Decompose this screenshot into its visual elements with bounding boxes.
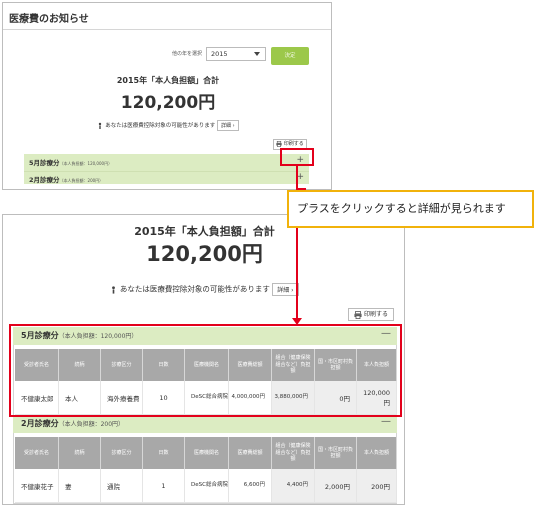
table-cell: 不健康花子 bbox=[15, 469, 59, 503]
deduction-note-text: あなたは医療費控除対象の可能性があります bbox=[105, 123, 216, 129]
apply-button[interactable]: 決定 bbox=[271, 47, 309, 65]
callout-box: プラスをクリックすると詳細が見られます bbox=[287, 190, 534, 228]
table-cell: 妻 bbox=[59, 469, 101, 503]
table-cell: 200円 bbox=[357, 469, 397, 503]
bottom-screenshot: 2015年「本人負担額」合計 120,200円 あなたは医療費控除対象の可能性が… bbox=[2, 214, 405, 505]
table-cell: 通院 bbox=[101, 469, 143, 503]
table-cell: DeSC総合病院 bbox=[185, 469, 229, 503]
table-cell: 4,400円 bbox=[272, 469, 315, 503]
plus-highlight-box bbox=[280, 148, 314, 166]
chevron-right-icon: › bbox=[291, 287, 294, 294]
table-header-cell: 医療機関名 bbox=[185, 437, 229, 469]
title-divider bbox=[3, 29, 331, 30]
deduction-note-text: あなたは医療費控除対象の可能性があります bbox=[119, 284, 270, 294]
detail-button-label: 詳細 bbox=[277, 287, 290, 294]
month-row-label: 2月診療分 bbox=[29, 176, 60, 184]
month-row-sub: （本人負担額：200円） bbox=[59, 178, 104, 183]
month-row-sub: （本人負担額：120,000円） bbox=[59, 161, 113, 166]
month-row-title: 2月診療分（本人負担額：200円） bbox=[29, 174, 103, 184]
info-icon bbox=[112, 286, 116, 294]
total-amount: 120,200円 bbox=[120, 93, 216, 113]
printer-icon bbox=[354, 310, 362, 319]
printer-icon bbox=[276, 140, 282, 147]
month-section-feb: 2月診療分（本人負担額：200円） — 受診者氏名 続柄 診療区分 日数 医療機関名 医療費総… bbox=[13, 415, 397, 504]
arrow-down-icon bbox=[292, 318, 302, 325]
print-button[interactable]: 印刷する bbox=[348, 308, 394, 321]
detail-table: 受診者氏名 続柄 診療区分 日数 医療機関名 医療費総額 組合（健康保険組合など）負担額 国・… bbox=[13, 433, 397, 504]
section-subtitle: （本人負担額：200円） bbox=[58, 421, 125, 428]
table-cell: 1 bbox=[143, 469, 185, 503]
table-header-cell: 医療費総額 bbox=[229, 437, 272, 469]
table-header-cell: 組合（健康保険組合など）負担額 bbox=[272, 437, 315, 469]
month-row-may[interactable]: 5月診療分（本人負担額：120,000円） + bbox=[24, 154, 309, 171]
deduction-note: あなたは医療費控除対象の可能性があります 詳細 › bbox=[3, 283, 404, 296]
chevron-right-icon: › bbox=[232, 123, 235, 129]
section-title: 2月診療分（本人負担額：200円） bbox=[21, 418, 124, 429]
section-highlight-box bbox=[9, 324, 402, 417]
detail-button[interactable]: 詳細 › bbox=[272, 283, 299, 296]
minus-icon[interactable]: — bbox=[381, 416, 391, 427]
table-header-cell: 日数 bbox=[143, 437, 185, 469]
total-amount: 120,200円 bbox=[146, 242, 263, 266]
month-row-label: 5月診療分 bbox=[29, 159, 60, 167]
info-icon bbox=[99, 122, 102, 129]
detail-button[interactable]: 詳細 › bbox=[216, 120, 239, 131]
year-select-value: 2015 bbox=[211, 50, 228, 58]
print-button-label: 印刷する bbox=[363, 311, 388, 318]
section-title-label: 2月診療分 bbox=[21, 419, 59, 428]
print-button-label: 印刷する bbox=[283, 141, 304, 147]
table-header-cell: 本人負担額 bbox=[357, 437, 397, 469]
month-row-title: 5月診療分（本人負担額：120,000円） bbox=[29, 157, 112, 167]
detail-button-label: 詳細 bbox=[220, 123, 231, 129]
caret-down-icon[interactable] bbox=[254, 52, 260, 56]
total-title: 2015年「本人負担額」合計 bbox=[116, 76, 220, 85]
page-title: 医療費のお知らせ bbox=[9, 14, 89, 25]
deduction-note: あなたは医療費控除対象の可能性があります 詳細 › bbox=[3, 120, 331, 131]
table-header-cell: 診療区分 bbox=[101, 437, 143, 469]
table-cell: 6,600円 bbox=[229, 469, 272, 503]
table-header-cell: 受診者氏名 bbox=[15, 437, 59, 469]
month-row-feb[interactable]: 2月診療分（本人負担額：200円） + bbox=[24, 171, 309, 184]
table-cell: 2,000円 bbox=[315, 469, 357, 503]
year-select-label: 他の年を選択 bbox=[172, 51, 203, 57]
table-header-cell: 続柄 bbox=[59, 437, 101, 469]
section-header[interactable]: 2月診療分（本人負担額：200円） — bbox=[13, 415, 397, 433]
table-header-cell: 国・市区町村負担額 bbox=[315, 437, 357, 469]
